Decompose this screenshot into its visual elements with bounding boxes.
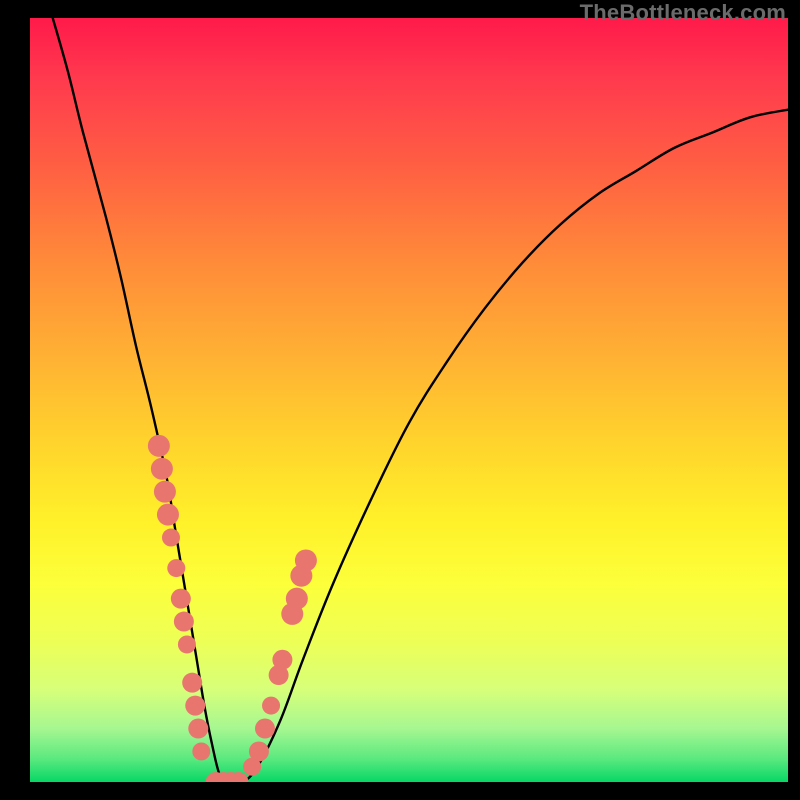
curve-marker: [262, 697, 280, 715]
curve-marker: [255, 719, 275, 739]
curve-marker: [154, 481, 176, 503]
curve-marker: [286, 588, 308, 610]
chart-overlay: [30, 18, 788, 782]
watermark-text: TheBottleneck.com: [580, 0, 786, 26]
curve-marker: [192, 742, 210, 760]
curve-marker: [162, 529, 180, 547]
curve-marker: [157, 504, 179, 526]
curve-marker: [167, 559, 185, 577]
plot-area: [30, 18, 788, 782]
curve-marker: [151, 458, 173, 480]
bottleneck-curve: [53, 18, 788, 782]
curve-marker: [272, 650, 292, 670]
curve-marker: [178, 635, 196, 653]
curve-marker: [185, 696, 205, 716]
curve-marker: [249, 741, 269, 761]
curve-markers: [148, 435, 317, 782]
curve-marker: [182, 673, 202, 693]
curve-marker: [188, 719, 208, 739]
curve-marker: [171, 589, 191, 609]
chart-frame: TheBottleneck.com: [0, 0, 800, 800]
curve-marker: [295, 549, 317, 571]
curve-marker: [174, 612, 194, 632]
curve-marker: [148, 435, 170, 457]
